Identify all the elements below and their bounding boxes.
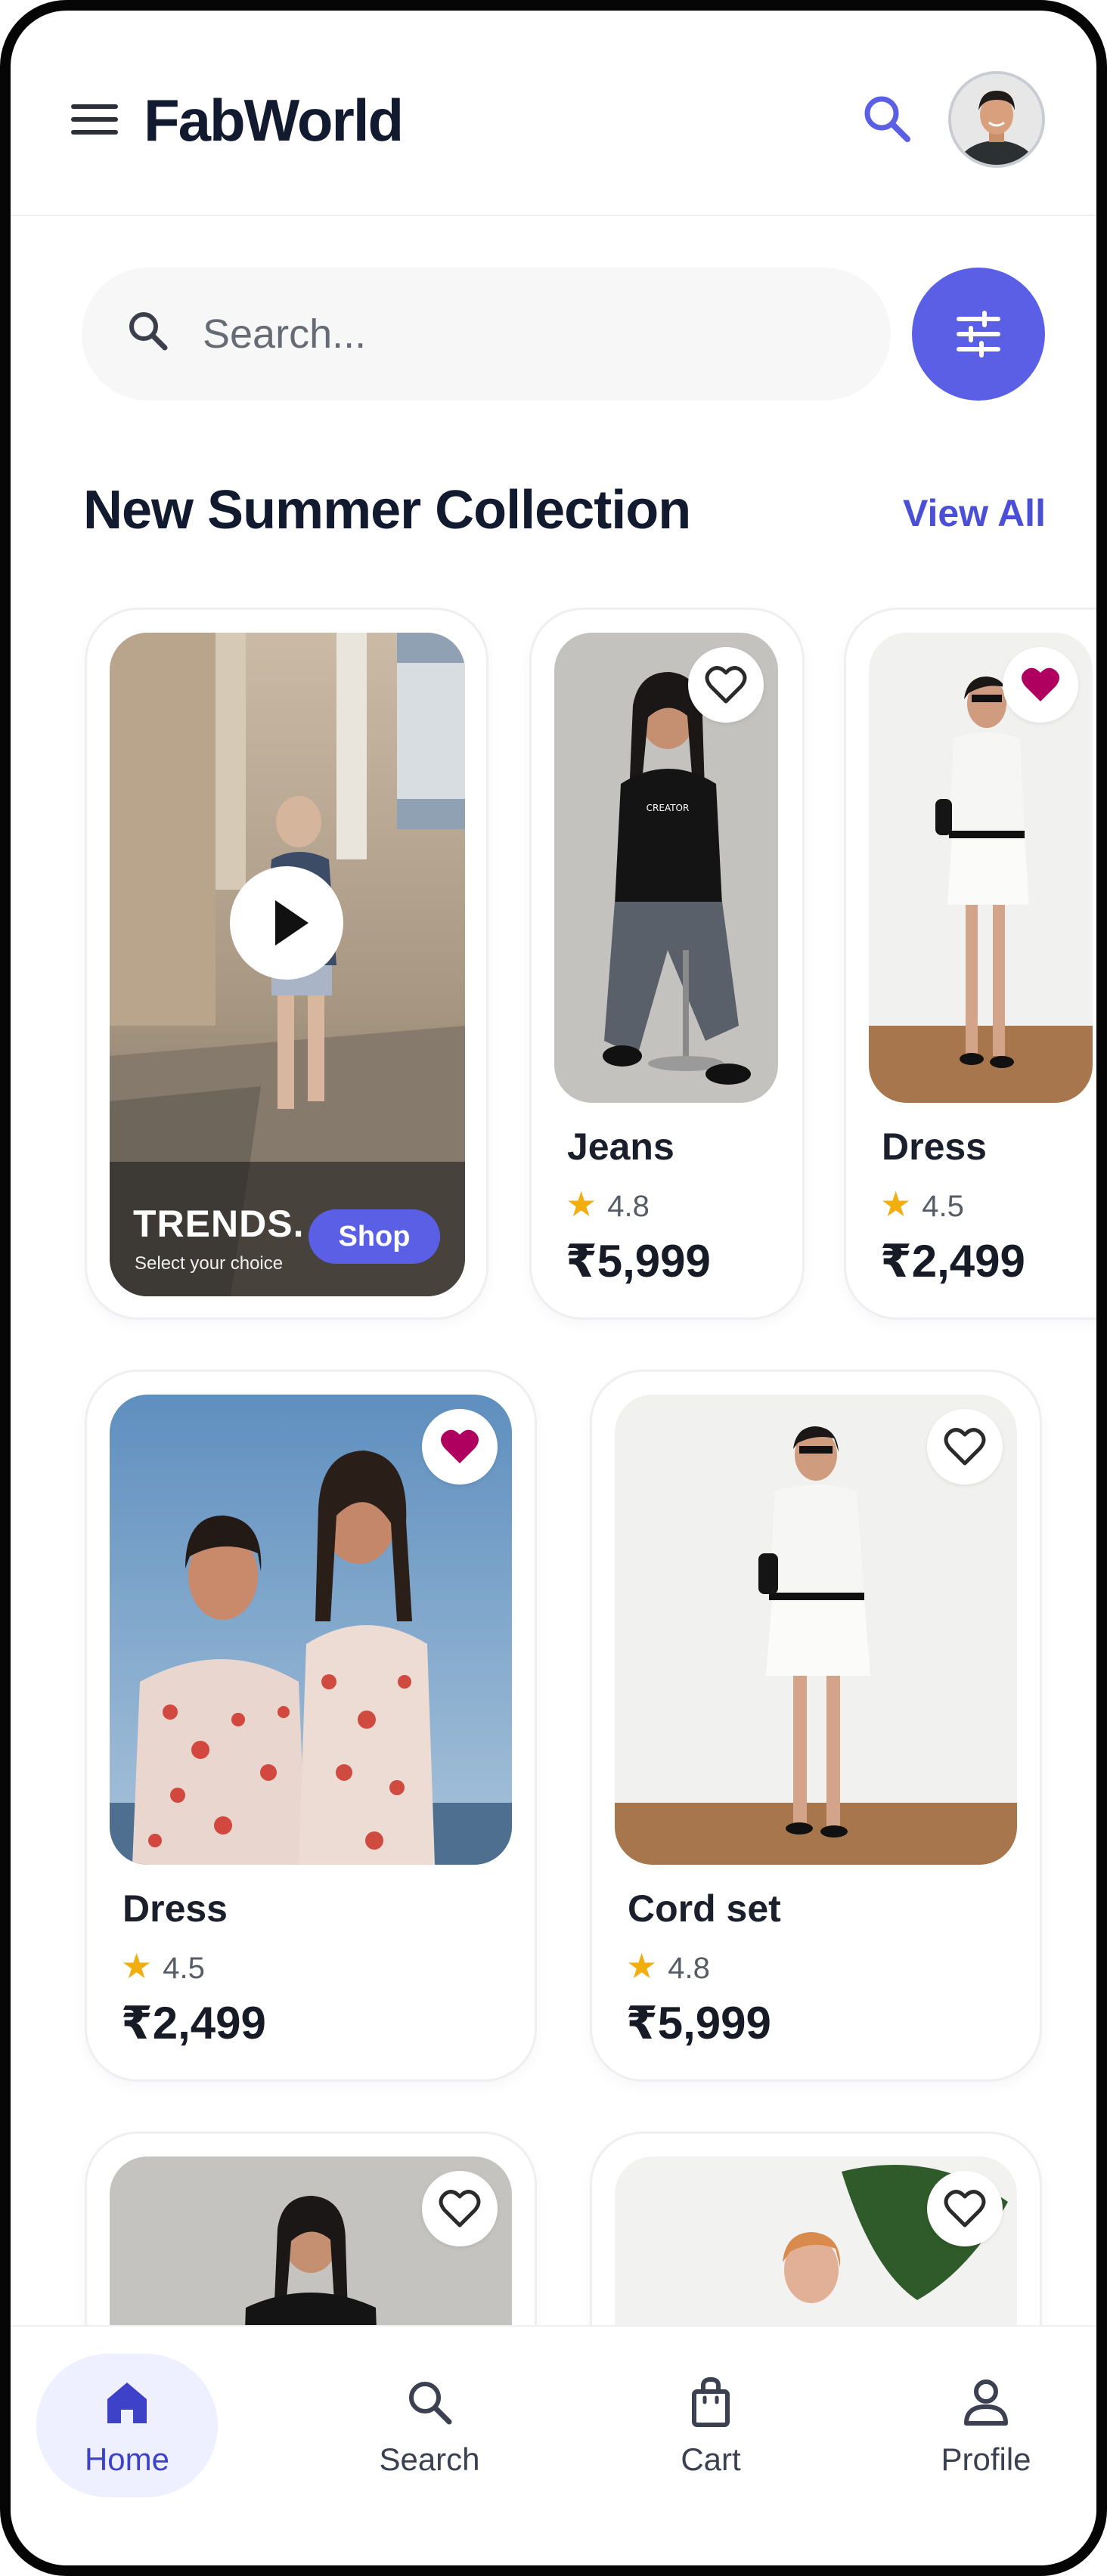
phone-frame: FabWorld Search... New Summer Collection… — [0, 0, 1107, 2576]
avatar[interactable] — [948, 71, 1045, 168]
product-name: Dress — [122, 1887, 228, 1930]
product-price: ₹5,999 — [566, 1236, 711, 1286]
product-rating: ★ 4.5 — [880, 1184, 964, 1224]
hamburger-menu-icon[interactable] — [71, 101, 119, 138]
search-input[interactable] — [203, 304, 853, 364]
search-icon — [409, 2382, 452, 2425]
star-icon: ★ — [880, 1184, 912, 1224]
star-icon: ★ — [626, 1946, 658, 1986]
bag-icon — [692, 2376, 730, 2427]
product-name: Cord set — [628, 1887, 781, 1930]
search-icon — [122, 305, 177, 360]
nav-home[interactable]: Home — [36, 2354, 218, 2497]
nav-home-label: Home — [84, 2441, 170, 2477]
bottom-navigation: Home Search Cart Profile — [11, 2325, 1096, 2565]
app-title: FabWorld — [144, 87, 404, 153]
product-price: ₹2,499 — [880, 1236, 1025, 1286]
product-name: Jeans — [567, 1125, 674, 1168]
home-icon — [107, 2382, 147, 2423]
section-title: New Summer Collection — [83, 480, 691, 540]
heart-outline-icon — [439, 2190, 481, 2228]
featured-subtitle: Select your choice — [135, 1253, 284, 1274]
nav-profile[interactable]: Profile — [895, 2354, 1077, 2497]
product-price: ₹2,499 — [121, 1998, 266, 2048]
svg-text:CREATOR: CREATOR — [647, 803, 690, 813]
heart-outline-icon — [944, 2190, 986, 2228]
search-bar[interactable] — [82, 268, 891, 401]
heart-filled-icon — [1022, 667, 1059, 701]
favorite-button[interactable] — [422, 2171, 498, 2246]
play-icon — [275, 900, 309, 946]
product-rating: ★ 4.8 — [626, 1946, 710, 1986]
nav-profile-label: Profile — [941, 2441, 1031, 2477]
heart-outline-icon — [705, 666, 747, 704]
play-button[interactable] — [230, 866, 343, 980]
product-name: Dress — [882, 1125, 987, 1168]
favorite-button[interactable] — [927, 1409, 1003, 1485]
star-icon: ★ — [566, 1184, 597, 1224]
search-icon[interactable] — [860, 92, 913, 145]
filter-button[interactable] — [912, 268, 1045, 401]
view-all-link[interactable]: View All — [903, 491, 1046, 535]
favorite-button[interactable] — [1003, 647, 1078, 723]
favorite-button[interactable] — [688, 647, 764, 723]
nav-cart-label: Cart — [681, 2441, 741, 2477]
app-header: FabWorld — [11, 11, 1096, 216]
shop-button[interactable]: Shop — [309, 1209, 440, 1264]
star-icon: ★ — [121, 1946, 153, 1986]
product-rating: ★ 4.5 — [121, 1946, 205, 1986]
heart-outline-icon — [944, 1428, 986, 1466]
nav-cart[interactable]: Cart — [620, 2354, 802, 2497]
favorite-button[interactable] — [422, 1409, 498, 1485]
favorite-button[interactable] — [927, 2171, 1003, 2246]
product-rating: ★ 4.8 — [566, 1184, 650, 1224]
nav-search-label: Search — [379, 2441, 480, 2477]
product-price: ₹5,999 — [626, 1998, 771, 2048]
heart-filled-icon — [441, 1429, 479, 1463]
person-icon — [964, 2379, 1008, 2426]
nav-search[interactable]: Search — [339, 2354, 520, 2497]
featured-title: TRENDS. — [133, 1203, 305, 1245]
sliders-icon — [957, 311, 1000, 358]
